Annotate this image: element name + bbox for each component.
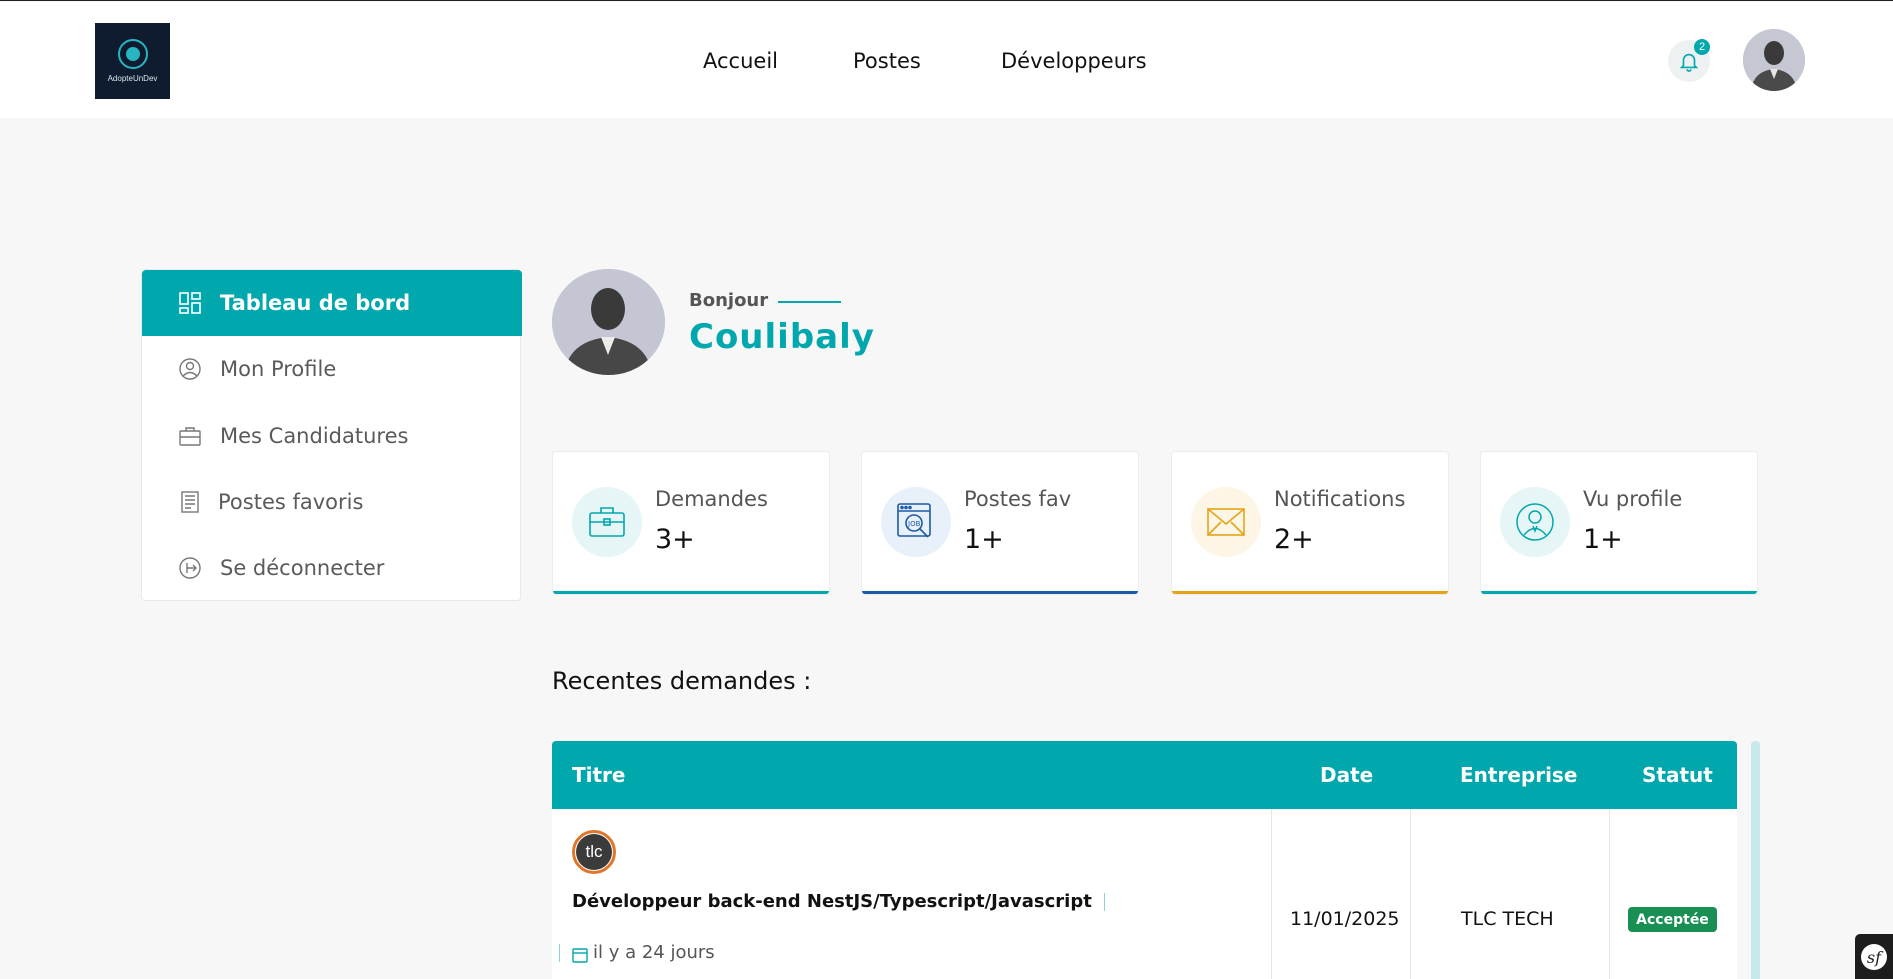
sidebar-item-label: Tableau de bord — [220, 291, 411, 315]
greeting-divider — [778, 301, 841, 303]
dashboard-sidebar: Tableau de bord Mon Profile Mes Candidat… — [141, 269, 522, 601]
notification-count-badge: 2 — [1694, 39, 1710, 55]
stat-label: Demandes — [655, 487, 768, 511]
stat-value: 1+ — [1583, 524, 1623, 555]
sidebar-item-label: Mes Candidatures — [220, 424, 409, 448]
nav-postes[interactable]: Postes — [853, 49, 921, 73]
title-divider — [1104, 893, 1105, 911]
sidebar-item-label: Postes favoris — [218, 490, 364, 514]
user-icon — [1500, 487, 1570, 557]
calendar-icon — [572, 948, 588, 963]
column-divider — [1609, 809, 1610, 979]
column-header-date: Date — [1320, 763, 1374, 787]
dashboard-icon — [178, 291, 202, 315]
greeting-username: Coulibaly — [689, 317, 875, 357]
stat-label: Vu profile — [1583, 487, 1683, 511]
sidebar-item-mon-profile[interactable]: Mon Profile — [142, 336, 522, 402]
company-logo: tlc — [572, 830, 616, 874]
user-avatar[interactable] — [1743, 29, 1805, 91]
stat-card-postes-fav[interactable]: JOB Postes fav 1+ — [861, 451, 1139, 595]
svg-text:JOB: JOB — [907, 520, 921, 528]
column-header-titre: Titre — [572, 763, 626, 787]
column-header-entreprise: Entreprise — [1460, 763, 1578, 787]
column-divider — [1410, 809, 1411, 979]
table-scrollbar[interactable] — [1751, 741, 1760, 979]
main-nav: Accueil Postes Développeurs — [0, 49, 1893, 79]
column-divider — [1271, 809, 1272, 979]
envelope-icon — [1191, 487, 1261, 557]
document-icon — [178, 490, 202, 514]
stat-label: Notifications — [1274, 487, 1406, 511]
stat-card-notifications[interactable]: Notifications 2+ — [1171, 451, 1449, 595]
application-date: 11/01/2025 — [1290, 908, 1400, 930]
sidebar-item-label: Mon Profile — [220, 357, 337, 381]
nav-developpeurs[interactable]: Développeurs — [1001, 49, 1147, 73]
sidebar-item-label: Se déconnecter — [220, 556, 385, 580]
column-header-statut: Statut — [1642, 763, 1713, 787]
top-header: AdopteUnDev Accueil Postes Développeurs … — [0, 2, 1893, 118]
stat-value: 1+ — [964, 524, 1004, 555]
stat-card-vu-profile[interactable]: Vu profile 1+ — [1480, 451, 1758, 595]
briefcase-icon — [572, 487, 642, 557]
symfony-icon: sf — [1861, 944, 1887, 970]
sidebar-item-mes-candidatures[interactable]: Mes Candidatures — [142, 403, 522, 469]
sidebar-item-tableau-de-bord[interactable]: Tableau de bord — [142, 270, 522, 336]
stat-accent-bar — [1481, 591, 1757, 594]
logout-icon — [178, 556, 202, 580]
sidebar-item-postes-favoris[interactable]: Postes favoris — [142, 469, 522, 535]
profile-avatar — [552, 269, 665, 375]
company-logo-text: tlc — [576, 834, 612, 870]
stat-accent-bar — [862, 591, 1138, 594]
company-name: TLC TECH — [1461, 908, 1554, 930]
nav-accueil[interactable]: Accueil — [703, 49, 778, 73]
stat-value: 2+ — [1274, 524, 1314, 555]
posted-time-ago: il y a 24 jours — [593, 942, 715, 963]
symfony-toolbar-toggle[interactable]: sf — [1855, 934, 1893, 979]
recent-requests-table: Titre Date Entreprise Statut tlc Dévelop… — [552, 741, 1737, 979]
sidebar-item-se-deconnecter[interactable]: Se déconnecter — [142, 535, 522, 601]
stat-label: Postes fav — [964, 487, 1072, 511]
user-icon — [178, 357, 202, 381]
stat-accent-bar — [553, 591, 829, 594]
status-badge: Acceptée — [1628, 907, 1717, 932]
table-header: Titre Date Entreprise Statut — [552, 741, 1737, 809]
time-divider — [559, 944, 560, 962]
recent-requests-title: Recentes demandes : — [552, 667, 812, 695]
stat-card-demandes[interactable]: Demandes 3+ — [552, 451, 830, 595]
greeting-hello: Bonjour — [689, 290, 769, 311]
stat-accent-bar — [1172, 591, 1448, 594]
job-title-link[interactable]: Développeur back-end NestJS/Typescript/J… — [572, 891, 1092, 912]
briefcase-icon — [178, 424, 202, 448]
stat-value: 3+ — [655, 524, 695, 555]
job-search-icon: JOB — [881, 487, 951, 557]
